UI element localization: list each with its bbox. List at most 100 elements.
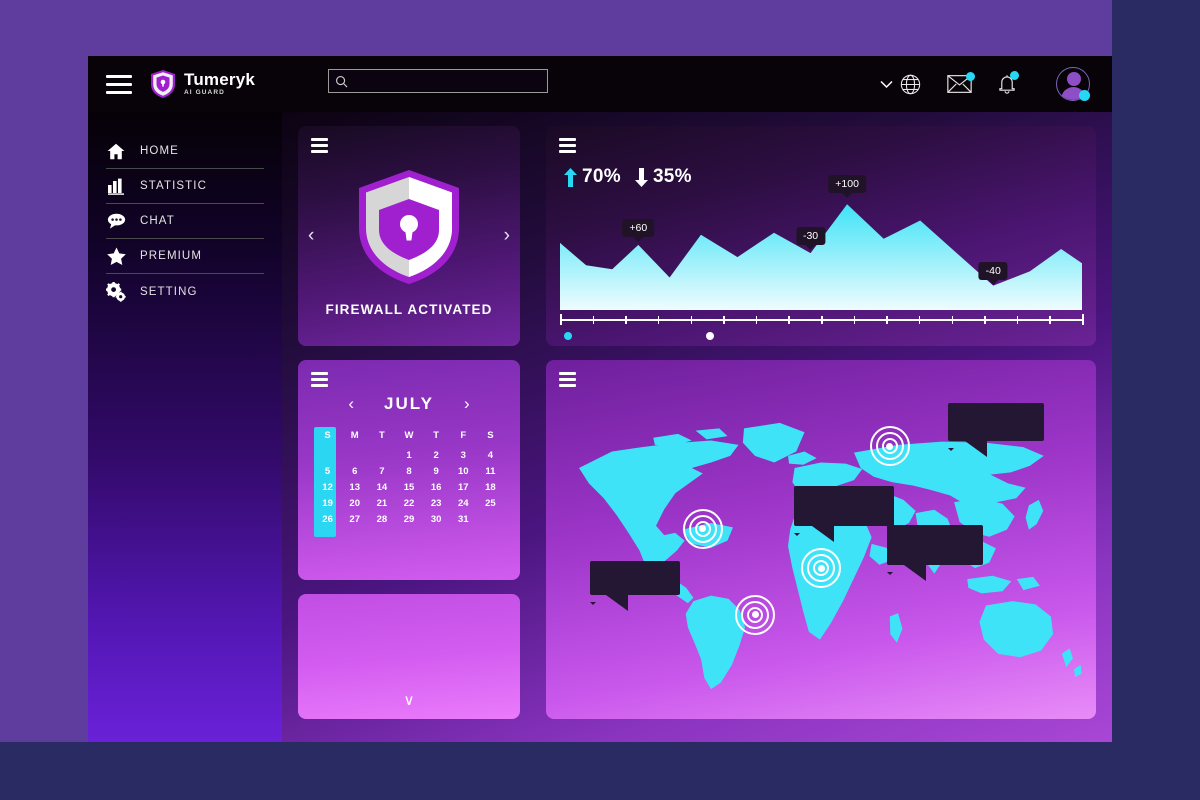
- brand-subtitle: AI GUARD: [184, 89, 225, 97]
- calendar-day[interactable]: 2: [423, 447, 450, 463]
- calendar-weekday: T: [433, 430, 440, 441]
- calendar-day[interactable]: 11: [477, 463, 504, 479]
- chevron-down-icon[interactable]: ∨: [404, 691, 415, 709]
- firewall-prev-button[interactable]: ‹: [308, 225, 314, 247]
- calendar-weekday: S: [487, 430, 494, 441]
- user-avatar[interactable]: [1056, 67, 1090, 101]
- main-menu-icon[interactable]: [106, 74, 132, 94]
- axis-tick: [788, 315, 790, 324]
- calendar-day[interactable]: 7: [368, 463, 395, 479]
- firewall-next-button[interactable]: ›: [504, 225, 510, 247]
- axis-tick: [853, 315, 856, 324]
- map-callout-north-america[interactable]: [793, 485, 894, 536]
- calendar-day[interactable]: 21: [368, 495, 395, 511]
- sidebar-item-label: PREMIUM: [140, 250, 203, 262]
- calendar-day[interactable]: 17: [450, 479, 477, 495]
- calendar-card: ‹ JULY › SMTWTFS 1 2 3 4 5 6 7 8 9 10 11 12 13 14 15 16…: [298, 360, 520, 580]
- calendar-day[interactable]: 4: [477, 447, 504, 463]
- sidebar-item-statistic[interactable]: STATISTIC: [106, 169, 264, 204]
- language-selector[interactable]: [880, 74, 921, 95]
- dashboard-window: Tumeryk AI GUARD HOME STATISTIC CHAT PRE…: [88, 56, 1112, 742]
- calendar-day[interactable]: 31: [450, 511, 477, 527]
- stat-up: 70%: [564, 166, 621, 188]
- calendar-day-empty: [477, 511, 504, 527]
- calendar-day[interactable]: 22: [395, 495, 422, 511]
- calendar-day[interactable]: 8: [395, 463, 422, 479]
- calendar-day[interactable]: 9: [423, 463, 450, 479]
- calendar-day[interactable]: 23: [423, 495, 450, 511]
- axis-tick: [690, 315, 692, 324]
- stat-down: 35%: [634, 166, 692, 188]
- chart-tooltip: +60: [622, 218, 655, 237]
- map-marker-south-america[interactable]: [735, 594, 775, 635]
- pagination-dot-active[interactable]: [564, 332, 572, 340]
- notifications-button[interactable]: [998, 71, 1019, 94]
- calendar-week-row: 19 20 21 22 23 24 25: [314, 495, 504, 511]
- map-marker-europe[interactable]: [869, 426, 910, 467]
- calendar-day[interactable]: 5: [314, 463, 341, 479]
- calendar-next-button[interactable]: ›: [464, 394, 470, 414]
- expandable-card[interactable]: ∨: [298, 594, 520, 719]
- search-bar[interactable]: [328, 69, 548, 93]
- axis-tick: [560, 314, 562, 325]
- mail-badge: [966, 72, 975, 81]
- area-chart: +60 -30 +100 -40: [560, 174, 1082, 310]
- calendar-day[interactable]: 16: [423, 479, 450, 495]
- map-callout-south-america[interactable]: [590, 561, 680, 606]
- sidebar-item-setting[interactable]: SETTING: [106, 274, 264, 309]
- calendar-grid: SMTWTFS 1 2 3 4 5 6 7 8 9 10 11 12 13 14 15 16 17 18 19 20 2…: [314, 430, 504, 527]
- calendar-day[interactable]: 15: [395, 479, 422, 495]
- sidebar-item-premium[interactable]: PREMIUM: [106, 239, 264, 274]
- calendar-day[interactable]: 3: [450, 447, 477, 463]
- calendar-day[interactable]: 19: [314, 495, 341, 511]
- pagination-dot[interactable]: [706, 332, 714, 340]
- globe-icon[interactable]: [900, 74, 921, 95]
- calendar-day[interactable]: 10: [450, 463, 477, 479]
- card-menu-icon[interactable]: [559, 372, 576, 387]
- calendar-day[interactable]: 24: [450, 495, 477, 511]
- axis-tick: [755, 315, 758, 324]
- axis-tick: [918, 315, 921, 324]
- axis-tick: [821, 315, 823, 324]
- map-callout-asia[interactable]: [887, 525, 983, 576]
- chart-plot: [560, 204, 1082, 310]
- map-marker-north-america[interactable]: [682, 508, 723, 549]
- calendar-weekday: S: [324, 430, 331, 441]
- calendar-day[interactable]: 18: [477, 479, 504, 495]
- calendar-month-label: JULY: [384, 394, 434, 413]
- sidebar-item-label: HOME: [140, 145, 179, 157]
- calendar-day[interactable]: 1: [395, 447, 422, 463]
- sidebar-item-chat[interactable]: CHAT: [106, 204, 264, 239]
- calendar-day[interactable]: 26: [314, 511, 341, 527]
- avatar-head: [1067, 72, 1081, 86]
- avatar-status-dot: [1079, 90, 1090, 101]
- chevron-down-icon[interactable]: [880, 80, 893, 89]
- calendar-day[interactable]: 20: [341, 495, 368, 511]
- calendar-week-row: 26 27 28 29 30 31: [314, 511, 504, 527]
- chart-tooltip: -40: [978, 262, 1008, 281]
- calendar-week-row: 5 6 7 8 9 10 11: [314, 463, 504, 479]
- map-callout-europe[interactable]: [947, 403, 1044, 452]
- mail-button[interactable]: [947, 72, 975, 93]
- card-menu-icon[interactable]: [311, 138, 328, 153]
- statistics-card: 70% 35% +60 -30 +100 -40: [546, 126, 1096, 346]
- calendar-day[interactable]: 14: [368, 479, 395, 495]
- card-menu-icon[interactable]: [311, 372, 328, 387]
- chart-tooltip: +100: [828, 174, 866, 193]
- calendar-day[interactable]: 28: [368, 511, 395, 527]
- callout-tail: [964, 441, 987, 458]
- calendar-weekday: W: [404, 430, 414, 441]
- sidebar-item-home[interactable]: HOME: [106, 134, 264, 169]
- calendar-day[interactable]: 27: [341, 511, 368, 527]
- calendar-day[interactable]: 25: [477, 495, 504, 511]
- calendar-day[interactable]: 30: [423, 511, 450, 527]
- map-marker-africa[interactable]: [801, 548, 841, 589]
- card-menu-icon[interactable]: [559, 138, 576, 153]
- calendar-day[interactable]: 6: [341, 463, 368, 479]
- calendar-day[interactable]: 13: [341, 479, 368, 495]
- calendar-header: ‹ JULY ›: [298, 394, 520, 414]
- search-input[interactable]: [353, 75, 538, 87]
- calendar-prev-button[interactable]: ‹: [348, 394, 354, 414]
- calendar-day[interactable]: 12: [314, 479, 341, 495]
- calendar-day[interactable]: 29: [395, 511, 422, 527]
